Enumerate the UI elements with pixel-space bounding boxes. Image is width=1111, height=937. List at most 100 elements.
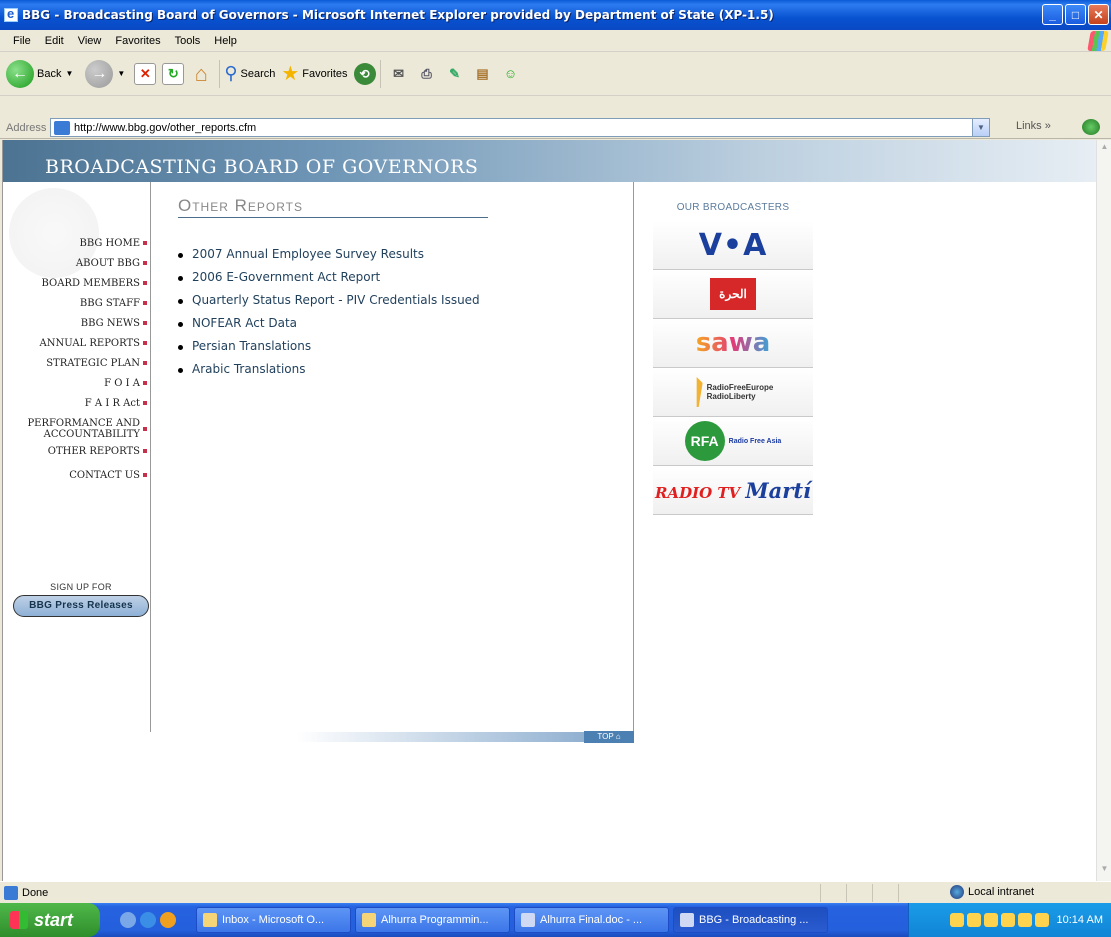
stop-icon[interactable]: ✕ — [134, 62, 157, 85]
chevron-down-icon[interactable]: ▼ — [972, 119, 989, 136]
address-input[interactable]: http://www.bbg.gov/other_reports.cfm ▼ — [50, 118, 990, 137]
mail-icon[interactable]: ✉ — [388, 63, 410, 85]
tray-icons — [949, 913, 1049, 927]
scroll-down-arrow[interactable]: ▼ — [1098, 864, 1111, 879]
task-alhurra-final-doc[interactable]: Alhurra Final.doc - ... — [514, 907, 669, 933]
menu-file[interactable]: File — [6, 35, 38, 47]
rferl-logo[interactable]: RadioFreeEurope RadioLiberty — [653, 368, 813, 417]
nav-bbg-home[interactable]: BBG HOME — [3, 234, 150, 254]
menu-edit[interactable]: Edit — [38, 35, 71, 47]
edit-icon[interactable]: ✎ — [444, 63, 466, 85]
menu-tools[interactable]: Tools — [168, 35, 208, 47]
word-icon — [521, 913, 535, 927]
address-label: Address — [6, 121, 47, 134]
back-button[interactable]: ← Back ▼ — [6, 59, 73, 88]
media-player-icon[interactable] — [160, 912, 176, 928]
tray-icon[interactable] — [983, 913, 998, 927]
tray-icon[interactable] — [949, 913, 964, 927]
nav-about-bbg[interactable]: ABOUT BBG — [3, 254, 150, 274]
menu-bar: File Edit View Favorites Tools Help — [0, 30, 1111, 52]
tray-icon[interactable] — [966, 913, 981, 927]
links-label[interactable]: Links » — [1016, 120, 1051, 132]
ie-icon — [680, 913, 694, 927]
history-icon[interactable]: ⟲ — [353, 62, 376, 85]
task-alhurra-programming[interactable]: Alhurra Programmin... — [355, 907, 510, 933]
toolbar: ← Back ▼ → ▼ ✕ ↻ ⌂ ⚲ Search ★ Favorites … — [0, 52, 1111, 96]
system-tray: 10:14 AM — [908, 903, 1111, 937]
address-url: http://www.bbg.gov/other_reports.cfm — [74, 121, 257, 134]
rferl-text: RadioFreeEurope RadioLiberty — [707, 383, 774, 401]
security-zone: Local intranet — [950, 885, 1034, 899]
ie-quick-icon[interactable] — [140, 912, 156, 928]
tray-icon[interactable] — [1000, 913, 1015, 927]
marti-mark: RADIO TV Martí — [655, 478, 811, 503]
chevron-down-icon[interactable]: ▼ — [117, 69, 125, 78]
nav-bbg-staff[interactable]: BBG STAFF — [3, 294, 150, 314]
status-cell — [820, 884, 846, 902]
messenger-icon[interactable]: ☺ — [500, 63, 522, 85]
task-bbg-browser[interactable]: BBG - Broadcasting ... — [673, 907, 828, 933]
start-button[interactable]: start — [0, 903, 100, 937]
favorites-label: Favorites — [302, 67, 348, 80]
maximize-button[interactable]: □ — [1065, 4, 1086, 25]
report-link[interactable]: Quarterly Status Report - PIV Credential… — [178, 293, 480, 316]
forward-button[interactable]: → ▼ — [79, 59, 125, 88]
refresh-icon[interactable]: ↻ — [162, 62, 185, 85]
window-controls: _ □ ✕ — [1042, 4, 1109, 25]
scroll-up-arrow[interactable]: ▲ — [1098, 142, 1111, 157]
menu-favorites[interactable]: Favorites — [108, 35, 167, 47]
favorites-button[interactable]: ★ Favorites — [281, 61, 347, 86]
discuss-icon[interactable]: ▤ — [472, 63, 494, 85]
toolbar-separator — [219, 59, 221, 88]
report-link[interactable]: Persian Translations — [178, 339, 480, 362]
nav-contact-us[interactable]: CONTACT US — [3, 466, 150, 486]
nav-strategic-plan[interactable]: STRATEGIC PLAN — [3, 354, 150, 374]
radio-tv-marti-logo[interactable]: RADIO TV Martí — [653, 466, 813, 515]
search-icon: ⚲ — [224, 63, 238, 83]
close-button[interactable]: ✕ — [1088, 4, 1109, 25]
windows-flag-icon — [10, 911, 28, 929]
nav-list: BBG HOME ABOUT BBG BOARD MEMBERS BBG STA… — [3, 234, 150, 486]
voa-logo[interactable]: V•A — [653, 221, 813, 270]
chevron-down-icon[interactable]: ▼ — [65, 69, 73, 78]
zone-label: Local intranet — [968, 886, 1035, 898]
ie-icon — [4, 6, 18, 22]
clock[interactable]: 10:14 AM — [1057, 914, 1103, 926]
folder-icon — [362, 913, 376, 927]
report-link[interactable]: 2006 E-Government Act Report — [178, 270, 480, 293]
alhurra-logo[interactable]: الحرة — [653, 270, 813, 319]
desktop-icon[interactable] — [120, 912, 136, 928]
report-link[interactable]: Arabic Translations — [178, 362, 480, 385]
title-bar: BBG - Broadcasting Board of Governors - … — [0, 0, 1111, 30]
nav-foia[interactable]: F O I A — [3, 374, 150, 394]
task-label: BBG - Broadcasting ... — [699, 914, 809, 926]
status-cells — [820, 884, 924, 902]
report-link[interactable]: NOFEAR Act Data — [178, 316, 480, 339]
tray-icon[interactable] — [1034, 913, 1049, 927]
print-icon[interactable]: ⎙ — [416, 63, 438, 85]
menu-help[interactable]: Help — [207, 35, 244, 47]
task-inbox[interactable]: Inbox - Microsoft O... — [196, 907, 351, 933]
rfa-logo[interactable]: RFA Radio Free Asia — [653, 417, 813, 466]
press-releases-button[interactable]: BBG Press Releases — [13, 595, 149, 617]
nav-bbg-news[interactable]: BBG NEWS — [3, 314, 150, 334]
home-icon[interactable]: ⌂ — [190, 61, 212, 86]
broadcasters-panel: OUR BROADCASTERS V•A الحرة sawa RadioFre… — [653, 202, 813, 515]
search-button[interactable]: ⚲ Search — [224, 63, 275, 84]
top-link[interactable]: TOP ⌂ — [584, 731, 634, 743]
links-globe-icon[interactable] — [1082, 119, 1100, 135]
page-done-icon — [4, 885, 18, 900]
vertical-scrollbar[interactable]: ▲ ▼ — [1096, 140, 1111, 881]
nav-other-reports[interactable]: OTHER REPORTS — [3, 442, 150, 462]
report-link[interactable]: 2007 Annual Employee Survey Results — [178, 247, 480, 270]
nav-performance[interactable]: PERFORMANCE AND ACCOUNTABILITY — [3, 414, 150, 442]
nav-annual-reports[interactable]: ANNUAL REPORTS — [3, 334, 150, 354]
sawa-logo[interactable]: sawa — [653, 319, 813, 368]
menu-view[interactable]: View — [71, 35, 109, 47]
minimize-button[interactable]: _ — [1042, 4, 1063, 25]
tray-icon[interactable] — [1017, 913, 1032, 927]
status-cell — [846, 884, 872, 902]
marti-name: Martí — [745, 477, 812, 503]
nav-board-members[interactable]: BOARD MEMBERS — [3, 274, 150, 294]
nav-fair-act[interactable]: F A I R Act — [3, 394, 150, 414]
